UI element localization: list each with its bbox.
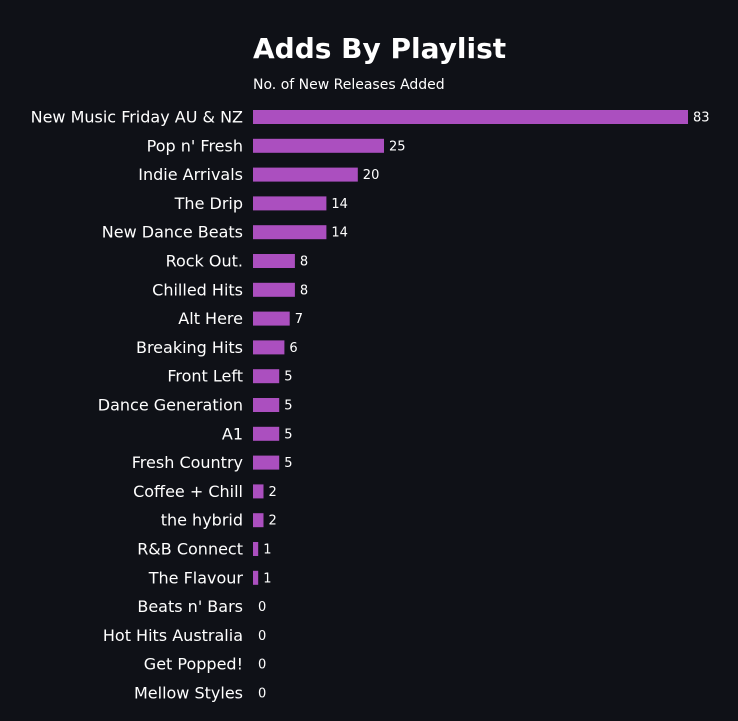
category-label: A1 — [222, 424, 243, 443]
bar — [253, 340, 285, 355]
category-label: Coffee + Chill — [133, 482, 243, 501]
category-label: R&B Connect — [137, 540, 243, 559]
category-label: New Music Friday AU & NZ — [31, 108, 243, 127]
bar — [253, 282, 295, 297]
category-label: New Dance Beats — [102, 223, 243, 242]
bar — [253, 138, 384, 153]
value-label: 25 — [389, 139, 406, 154]
value-label: 8 — [300, 255, 308, 270]
category-label: Chilled Hits — [152, 280, 243, 299]
chart-subtitle: No. of New Releases Added — [253, 77, 445, 93]
value-label: 83 — [693, 111, 710, 126]
value-label: 7 — [295, 312, 303, 327]
bar — [253, 398, 280, 412]
category-label: Hot Hits Australia — [103, 626, 243, 645]
bar — [253, 311, 290, 326]
value-label: 8 — [300, 283, 308, 298]
category-label: Get Popped! — [144, 655, 243, 674]
bar — [253, 110, 688, 124]
category-label: Rock Out. — [166, 252, 243, 271]
category-label: Indie Arrivals — [138, 165, 243, 184]
category-label: The Flavour — [148, 568, 244, 587]
value-label: 0 — [258, 658, 266, 673]
value-label: 14 — [331, 226, 348, 241]
bar — [253, 369, 280, 384]
category-label: Breaking Hits — [136, 338, 243, 357]
chart-title: Adds By Playlist — [253, 32, 506, 65]
value-label: 0 — [258, 600, 266, 615]
value-label: 2 — [269, 514, 277, 529]
value-label: 1 — [263, 571, 271, 586]
bar — [253, 254, 295, 268]
bar — [253, 484, 264, 499]
category-label: Mellow Styles — [134, 684, 243, 703]
bar — [253, 225, 327, 240]
bar — [253, 570, 259, 585]
value-label: 1 — [263, 543, 271, 558]
category-label: the hybrid — [161, 511, 243, 530]
category-label: Alt Here — [178, 309, 243, 328]
category-label: Pop n' Fresh — [147, 136, 243, 155]
bar — [253, 513, 264, 528]
bar — [253, 542, 259, 556]
value-label: 5 — [284, 456, 292, 471]
value-label: 0 — [258, 687, 266, 702]
category-label: Beats n' Bars — [137, 597, 243, 616]
value-label: 5 — [284, 399, 292, 414]
value-label: 2 — [269, 485, 277, 500]
value-label: 5 — [284, 427, 292, 442]
category-label: Fresh Country — [132, 453, 243, 472]
value-label: 5 — [284, 370, 292, 385]
category-label: Front Left — [167, 367, 243, 386]
value-label: 6 — [289, 341, 297, 356]
value-label: 0 — [258, 629, 266, 644]
value-label: 14 — [331, 197, 348, 212]
value-label: 20 — [363, 168, 380, 183]
bar — [253, 426, 280, 441]
bar — [253, 455, 280, 470]
category-label: The Drip — [174, 194, 243, 213]
category-label: Dance Generation — [98, 396, 243, 415]
bar-chart: Adds By Playlist No. of New Releases Add… — [0, 0, 738, 721]
bar — [253, 196, 327, 211]
bar — [253, 167, 358, 182]
